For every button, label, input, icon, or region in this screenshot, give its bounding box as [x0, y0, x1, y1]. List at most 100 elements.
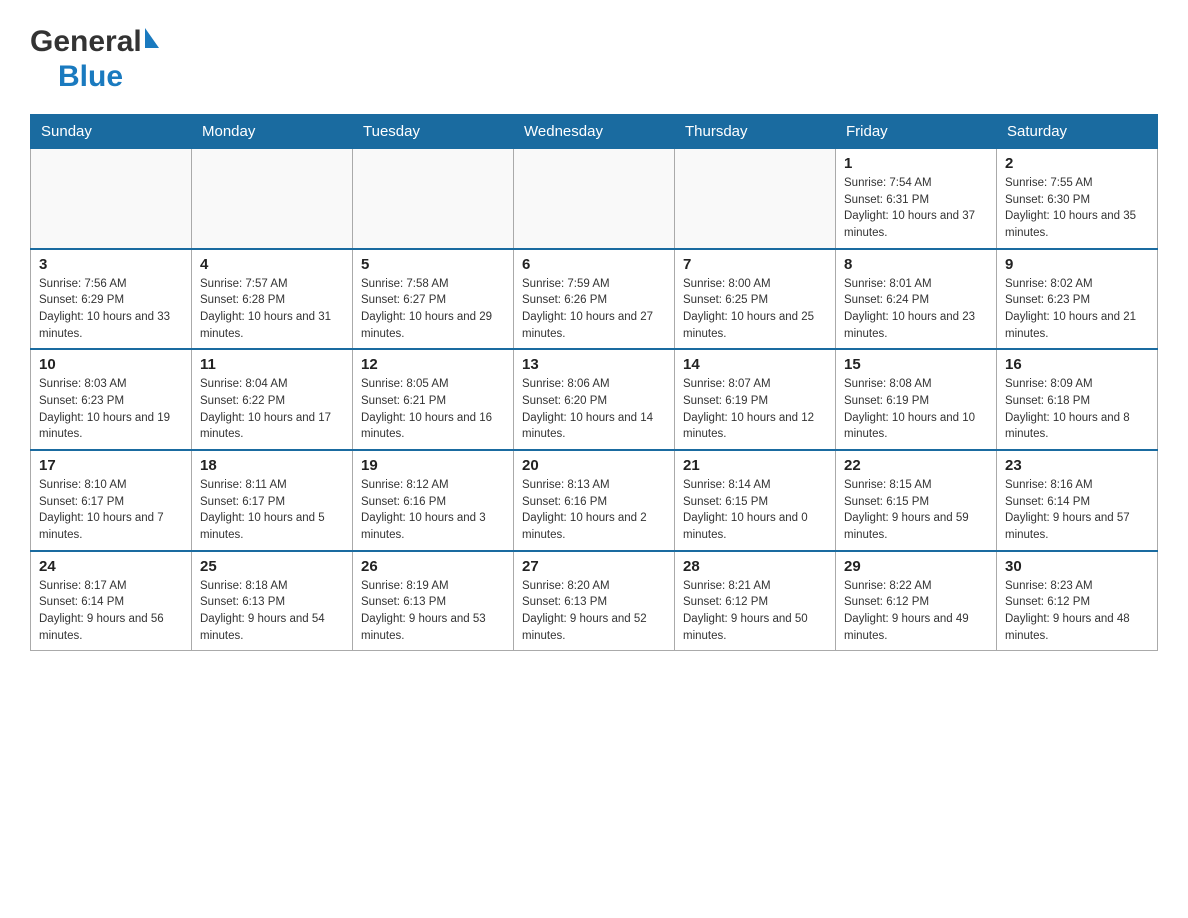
day-info: Sunrise: 8:15 AM Sunset: 6:15 PM Dayligh… [844, 477, 988, 544]
day-info: Sunrise: 8:17 AM Sunset: 6:14 PM Dayligh… [39, 578, 183, 645]
calendar-cell: 15 Sunrise: 8:08 AM Sunset: 6:19 PM Dayli… [836, 349, 997, 450]
calendar-cell: 20 Sunrise: 8:13 AM Sunset: 6:16 PM Dayli… [514, 450, 675, 551]
week-row-5: 24 Sunrise: 8:17 AM Sunset: 6:14 PM Dayli… [31, 551, 1158, 651]
logo-general: General [30, 25, 142, 60]
calendar-cell: 17Sunrise: 8:10 AM Sunset: 6:17 PM Dayli… [31, 450, 192, 551]
calendar-cell: 29 Sunrise: 8:22 AM Sunset: 6:12 PM Dayli… [836, 551, 997, 651]
weekday-header-monday: Monday [192, 115, 353, 149]
day-info: Sunrise: 7:56 AM Sunset: 6:29 PM Dayligh… [39, 276, 183, 343]
calendar-cell: 30Sunrise: 8:23 AM Sunset: 6:12 PM Dayli… [997, 551, 1158, 651]
calendar-cell: 22 Sunrise: 8:15 AM Sunset: 6:15 PM Dayli… [836, 450, 997, 551]
weekday-header-tuesday: Tuesday [353, 115, 514, 149]
calendar-cell: 24 Sunrise: 8:17 AM Sunset: 6:14 PM Dayli… [31, 551, 192, 651]
day-number: 14 [683, 356, 827, 373]
day-number: 8 [844, 256, 988, 273]
day-number: 6 [522, 256, 666, 273]
calendar-cell: 6 Sunrise: 7:59 AM Sunset: 6:26 PM Daylig… [514, 249, 675, 350]
header: General Blue [30, 20, 1158, 94]
logo: General Blue [30, 20, 159, 94]
day-info: Sunrise: 8:13 AM Sunset: 6:16 PM Dayligh… [522, 477, 666, 544]
calendar-cell: 18 Sunrise: 8:11 AM Sunset: 6:17 PM Dayli… [192, 450, 353, 551]
day-number: 29 [844, 558, 988, 575]
day-info: Sunrise: 7:54 AM Sunset: 6:31 PM Dayligh… [844, 175, 988, 242]
day-number: 27 [522, 558, 666, 575]
weekday-header-thursday: Thursday [675, 115, 836, 149]
calendar-cell: 4 Sunrise: 7:57 AM Sunset: 6:28 PM Daylig… [192, 249, 353, 350]
day-number: 28 [683, 558, 827, 575]
day-info: Sunrise: 8:20 AM Sunset: 6:13 PM Dayligh… [522, 578, 666, 645]
logo-triangle-icon [145, 28, 159, 48]
day-number: 26 [361, 558, 505, 575]
day-info: Sunrise: 8:18 AM Sunset: 6:13 PM Dayligh… [200, 578, 344, 645]
day-info: Sunrise: 8:05 AM Sunset: 6:21 PM Dayligh… [361, 376, 505, 443]
week-row-3: 10 Sunrise: 8:03 AM Sunset: 6:23 PM Dayli… [31, 349, 1158, 450]
day-info: Sunrise: 8:22 AM Sunset: 6:12 PM Dayligh… [844, 578, 988, 645]
calendar-cell: 2 Sunrise: 7:55 AM Sunset: 6:30 PM Daylig… [997, 149, 1158, 249]
day-number: 25 [200, 558, 344, 575]
calendar-cell: 27 Sunrise: 8:20 AM Sunset: 6:13 PM Dayli… [514, 551, 675, 651]
calendar-cell: 13 Sunrise: 8:06 AM Sunset: 6:20 PM Dayli… [514, 349, 675, 450]
weekday-header-friday: Friday [836, 115, 997, 149]
day-info: Sunrise: 8:16 AM Sunset: 6:14 PM Dayligh… [1005, 477, 1149, 544]
day-number: 13 [522, 356, 666, 373]
day-number: 18 [200, 457, 344, 474]
day-number: 5 [361, 256, 505, 273]
weekday-header-row: SundayMondayTuesdayWednesdayThursdayFrid… [31, 115, 1158, 149]
day-info: Sunrise: 8:11 AM Sunset: 6:17 PM Dayligh… [200, 477, 344, 544]
calendar-cell: 19Sunrise: 8:12 AM Sunset: 6:16 PM Dayli… [353, 450, 514, 551]
day-number: 16 [1005, 356, 1149, 373]
calendar-cell: 7 Sunrise: 8:00 AM Sunset: 6:25 PM Daylig… [675, 249, 836, 350]
day-number: 12 [361, 356, 505, 373]
weekday-header-wednesday: Wednesday [514, 115, 675, 149]
day-number: 11 [200, 356, 344, 373]
week-row-2: 3Sunrise: 7:56 AM Sunset: 6:29 PM Daylig… [31, 249, 1158, 350]
day-number: 21 [683, 457, 827, 474]
day-info: Sunrise: 8:10 AM Sunset: 6:17 PM Dayligh… [39, 477, 183, 544]
calendar-table: SundayMondayTuesdayWednesdayThursdayFrid… [30, 114, 1158, 651]
week-row-1: 1 Sunrise: 7:54 AM Sunset: 6:31 PM Daylig… [31, 149, 1158, 249]
calendar-cell [31, 149, 192, 249]
day-number: 24 [39, 558, 183, 575]
calendar-cell: 12 Sunrise: 8:05 AM Sunset: 6:21 PM Dayli… [353, 349, 514, 450]
day-info: Sunrise: 8:07 AM Sunset: 6:19 PM Dayligh… [683, 376, 827, 443]
day-info: Sunrise: 8:04 AM Sunset: 6:22 PM Dayligh… [200, 376, 344, 443]
day-info: Sunrise: 7:55 AM Sunset: 6:30 PM Dayligh… [1005, 175, 1149, 242]
calendar-cell [675, 149, 836, 249]
calendar-cell: 9Sunrise: 8:02 AM Sunset: 6:23 PM Daylig… [997, 249, 1158, 350]
calendar-cell: 10 Sunrise: 8:03 AM Sunset: 6:23 PM Dayli… [31, 349, 192, 450]
day-info: Sunrise: 8:00 AM Sunset: 6:25 PM Dayligh… [683, 276, 827, 343]
day-info: Sunrise: 8:12 AM Sunset: 6:16 PM Dayligh… [361, 477, 505, 544]
day-info: Sunrise: 8:19 AM Sunset: 6:13 PM Dayligh… [361, 578, 505, 645]
weekday-header-sunday: Sunday [31, 115, 192, 149]
calendar-cell: 14 Sunrise: 8:07 AM Sunset: 6:19 PM Dayli… [675, 349, 836, 450]
day-info: Sunrise: 8:21 AM Sunset: 6:12 PM Dayligh… [683, 578, 827, 645]
day-number: 2 [1005, 155, 1149, 172]
day-info: Sunrise: 7:57 AM Sunset: 6:28 PM Dayligh… [200, 276, 344, 343]
calendar-cell: 8Sunrise: 8:01 AM Sunset: 6:24 PM Daylig… [836, 249, 997, 350]
calendar-cell [514, 149, 675, 249]
calendar-cell: 23 Sunrise: 8:16 AM Sunset: 6:14 PM Dayli… [997, 450, 1158, 551]
logo-blue: Blue [58, 60, 123, 95]
day-number: 20 [522, 457, 666, 474]
day-info: Sunrise: 8:03 AM Sunset: 6:23 PM Dayligh… [39, 376, 183, 443]
day-number: 15 [844, 356, 988, 373]
calendar-cell [353, 149, 514, 249]
day-number: 23 [1005, 457, 1149, 474]
day-info: Sunrise: 8:06 AM Sunset: 6:20 PM Dayligh… [522, 376, 666, 443]
day-info: Sunrise: 8:09 AM Sunset: 6:18 PM Dayligh… [1005, 376, 1149, 443]
day-number: 9 [1005, 256, 1149, 273]
calendar-cell: 21Sunrise: 8:14 AM Sunset: 6:15 PM Dayli… [675, 450, 836, 551]
day-number: 7 [683, 256, 827, 273]
weekday-header-saturday: Saturday [997, 115, 1158, 149]
day-info: Sunrise: 7:59 AM Sunset: 6:26 PM Dayligh… [522, 276, 666, 343]
calendar-cell: 11 Sunrise: 8:04 AM Sunset: 6:22 PM Dayli… [192, 349, 353, 450]
day-info: Sunrise: 8:08 AM Sunset: 6:19 PM Dayligh… [844, 376, 988, 443]
day-number: 1 [844, 155, 988, 172]
calendar-cell: 26 Sunrise: 8:19 AM Sunset: 6:13 PM Dayli… [353, 551, 514, 651]
calendar-cell: 5 Sunrise: 7:58 AM Sunset: 6:27 PM Daylig… [353, 249, 514, 350]
day-number: 22 [844, 457, 988, 474]
day-number: 10 [39, 356, 183, 373]
day-number: 4 [200, 256, 344, 273]
day-info: Sunrise: 7:58 AM Sunset: 6:27 PM Dayligh… [361, 276, 505, 343]
calendar-cell: 16 Sunrise: 8:09 AM Sunset: 6:18 PM Dayli… [997, 349, 1158, 450]
